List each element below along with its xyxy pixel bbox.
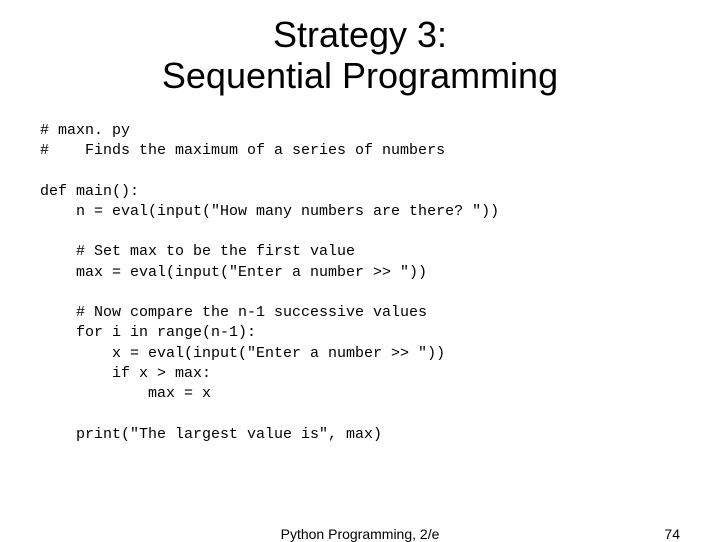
slide: Strategy 3: Sequential Programming # max… [0, 0, 720, 540]
slide-title: Strategy 3: Sequential Programming [40, 14, 680, 97]
title-line-2: Sequential Programming [162, 55, 558, 96]
title-line-1: Strategy 3: [273, 14, 447, 55]
code-block: # maxn. py # Finds the maximum of a seri… [40, 121, 680, 445]
